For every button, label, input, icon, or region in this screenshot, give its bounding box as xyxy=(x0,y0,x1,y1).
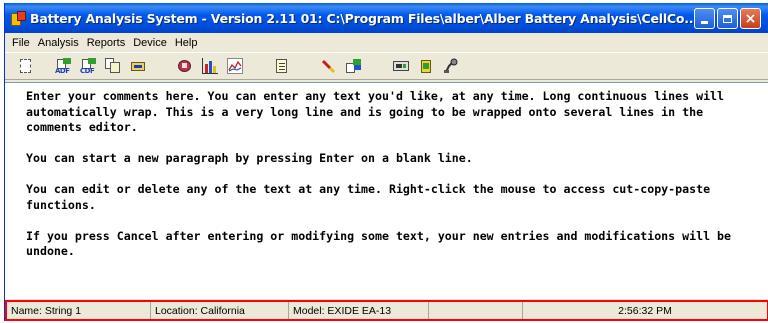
main-window: Battery Analysis System - Version 2.11 0… xyxy=(4,3,768,321)
transfer-button[interactable] xyxy=(343,55,365,77)
status-model: Model: EXIDE EA-13 xyxy=(289,302,429,319)
maximize-button[interactable] xyxy=(717,8,738,29)
page-setup-icon xyxy=(18,58,34,74)
notes-icon xyxy=(274,58,290,74)
copy-button[interactable] xyxy=(102,55,124,77)
highlight-icon xyxy=(321,58,337,74)
close-button[interactable]: × xyxy=(740,8,761,29)
meter-icon xyxy=(393,58,409,74)
device-icon xyxy=(130,58,146,74)
comment-paragraph: Enter your comments here. You can enter … xyxy=(26,89,731,134)
maximize-icon xyxy=(723,14,732,23)
probe-icon xyxy=(443,58,459,74)
status-time: 2:56:32 PM xyxy=(618,304,672,317)
export-cdf-button[interactable]: CDF xyxy=(77,55,99,77)
close-icon: × xyxy=(744,10,757,27)
comment-paragraph: You can start a new paragraph by pressin… xyxy=(26,151,473,165)
toolbar: ADF CDF xyxy=(5,52,768,80)
menu-reports[interactable]: Reports xyxy=(83,37,130,49)
comment-paragraph: If you press Cancel after entering or mo… xyxy=(26,228,738,259)
transfer-icon xyxy=(346,58,362,74)
menu-help[interactable]: Help xyxy=(171,37,202,49)
bar-chart-button[interactable] xyxy=(199,55,221,77)
meter-button[interactable] xyxy=(390,55,412,77)
report-icon xyxy=(177,58,193,74)
menu-device[interactable]: Device xyxy=(129,37,171,49)
status-bar: Name: String 1 Location: California Mode… xyxy=(5,300,768,321)
page-setup-button[interactable] xyxy=(15,55,37,77)
comments-editor[interactable]: Enter your comments here. You can enter … xyxy=(5,82,768,299)
export-cdf-icon: CDF xyxy=(80,58,96,75)
report-button[interactable] xyxy=(174,55,196,77)
status-empty xyxy=(429,302,523,319)
battery-cell-icon xyxy=(418,58,434,74)
app-icon[interactable] xyxy=(10,10,26,26)
export-adf-icon: ADF xyxy=(55,58,71,75)
probe-button[interactable] xyxy=(440,55,462,77)
device-button[interactable] xyxy=(127,55,149,77)
line-chart-icon xyxy=(227,58,243,74)
title-bar[interactable]: Battery Analysis System - Version 2.11 0… xyxy=(5,3,768,33)
bar-chart-icon xyxy=(202,58,218,74)
window-title: Battery Analysis System - Version 2.11 0… xyxy=(30,10,698,26)
highlight-button[interactable] xyxy=(318,55,340,77)
status-location: Location: California xyxy=(151,302,289,319)
menu-analysis[interactable]: Analysis xyxy=(34,37,83,49)
notes-button[interactable] xyxy=(271,55,293,77)
menu-file[interactable]: File xyxy=(8,37,34,49)
minimize-icon xyxy=(701,21,708,24)
line-chart-button[interactable] xyxy=(224,55,246,77)
export-adf-button[interactable]: ADF xyxy=(52,55,74,77)
menu-bar: File Analysis Reports Device Help xyxy=(5,33,768,52)
status-name: Name: String 1 xyxy=(7,302,151,319)
comment-paragraph: You can edit or delete any of the text a… xyxy=(26,182,718,212)
copy-icon xyxy=(105,58,121,74)
battery-cell-button[interactable] xyxy=(415,55,437,77)
minimize-button[interactable] xyxy=(694,8,715,29)
